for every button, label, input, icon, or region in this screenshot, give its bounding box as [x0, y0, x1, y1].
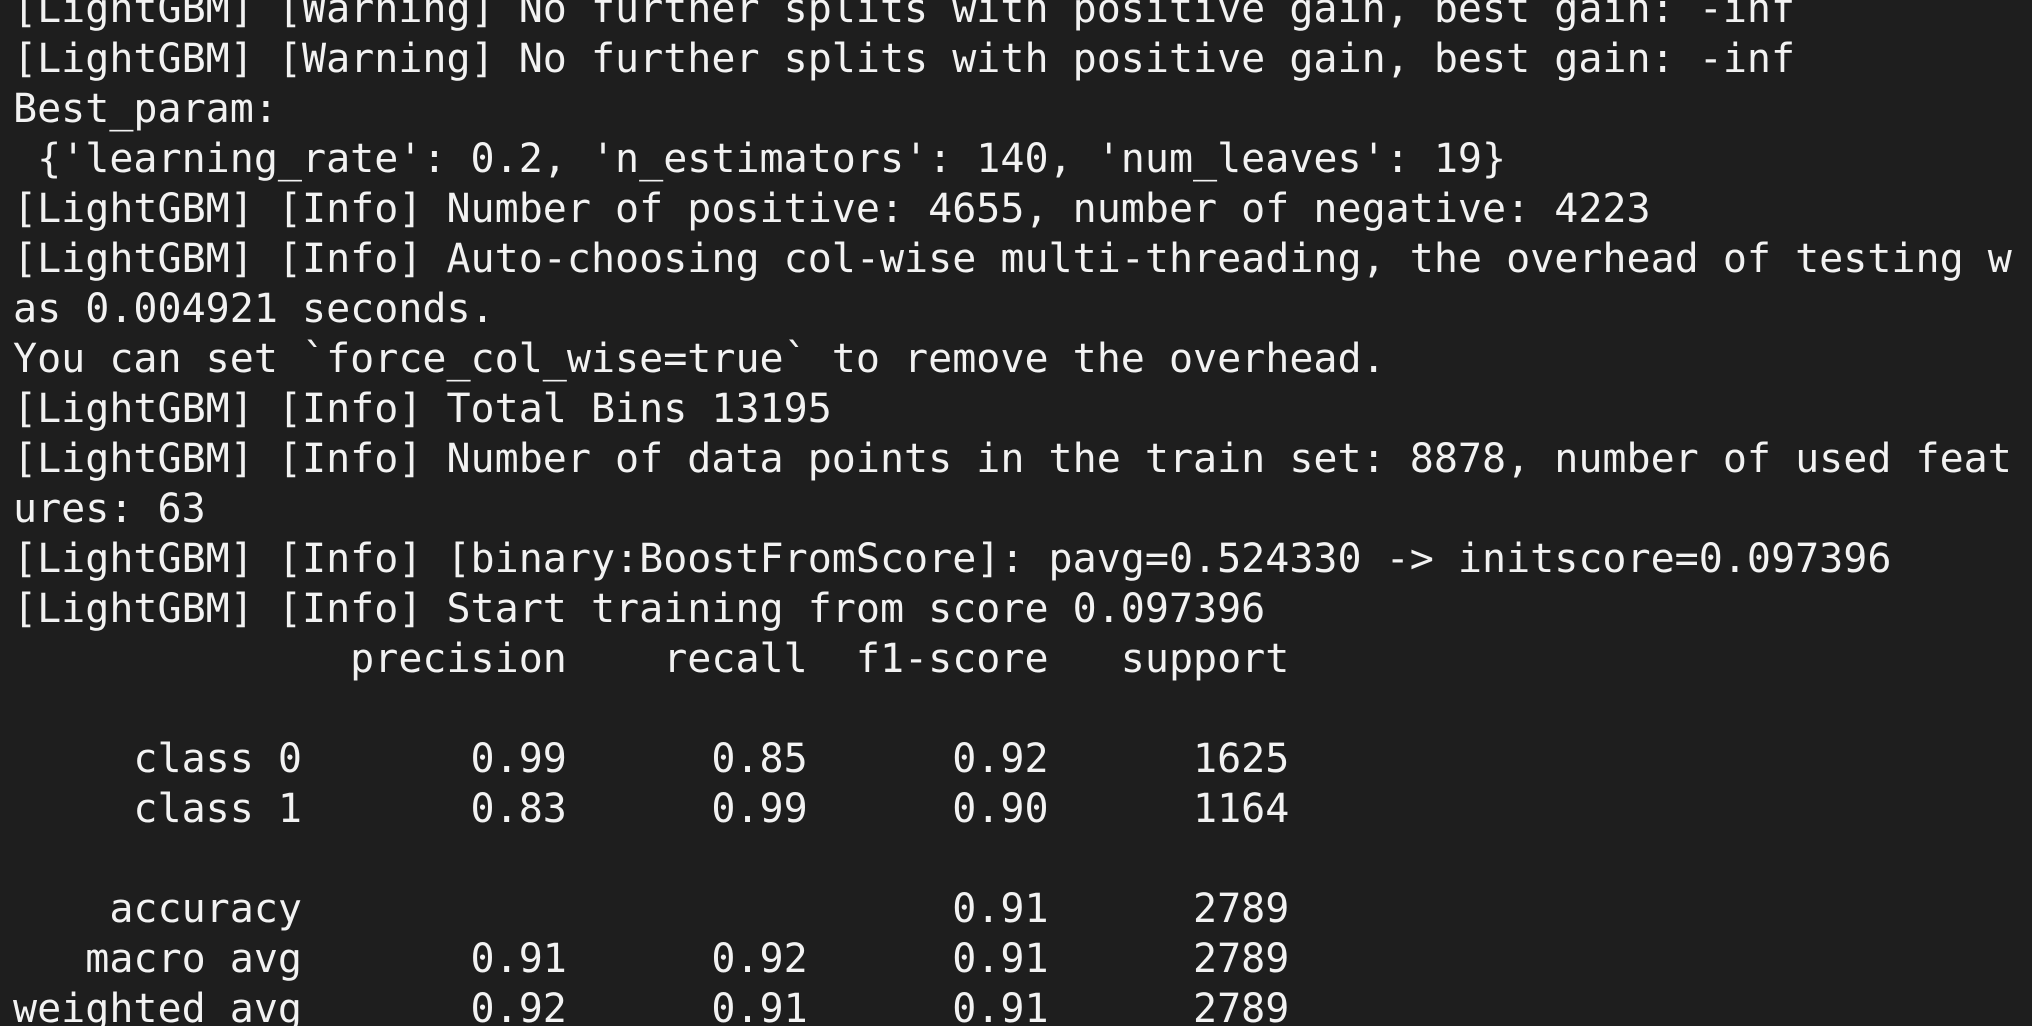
report-row-macro-avg: macro avg 0.91 0.92 0.91 2789: [13, 936, 1290, 982]
terminal-window[interactable]: [LightGBM] [Warning] No further splits w…: [0, 0, 2032, 1026]
output-line-info-wrap: ures: 63: [13, 486, 206, 532]
output-line-best-param-label: Best_param:: [13, 86, 278, 132]
output-line-info: [LightGBM] [Info] Start training from sc…: [13, 586, 1266, 632]
output-line-best-param-values: {'learning_rate': 0.2, 'n_estimators': 1…: [13, 136, 1507, 182]
output-line-warning: [LightGBM] [Warning] No further splits w…: [13, 0, 1796, 32]
report-row-class-1: class 1 0.83 0.99 0.90 1164: [13, 786, 1290, 832]
report-row-class-0: class 0 0.99 0.85 0.92 1625: [13, 736, 1290, 782]
output-line-info: [LightGBM] [Info] Number of data points …: [13, 436, 2012, 482]
terminal-output: [LightGBM] [Warning] No further splits w…: [13, 0, 2012, 1026]
output-line-info: [LightGBM] [Info] Number of positive: 46…: [13, 186, 1651, 232]
report-header-row: precision recall f1-score support: [13, 636, 1290, 682]
output-line-info: [LightGBM] [Info] Total Bins 13195: [13, 386, 832, 432]
output-line-info: [LightGBM] [Info] Auto-choosing col-wise…: [13, 236, 2012, 282]
output-line-hint: You can set `force_col_wise=true` to rem…: [13, 336, 1386, 382]
output-line-info: [LightGBM] [Info] [binary:BoostFromScore…: [13, 536, 1892, 582]
output-line-warning: [LightGBM] [Warning] No further splits w…: [13, 36, 1796, 82]
output-line-info-wrap: as 0.004921 seconds.: [13, 286, 495, 332]
report-row-weighted-avg: weighted avg 0.92 0.91 0.91 2789: [13, 986, 1290, 1026]
report-row-accuracy: accuracy 0.91 2789: [13, 886, 1290, 932]
